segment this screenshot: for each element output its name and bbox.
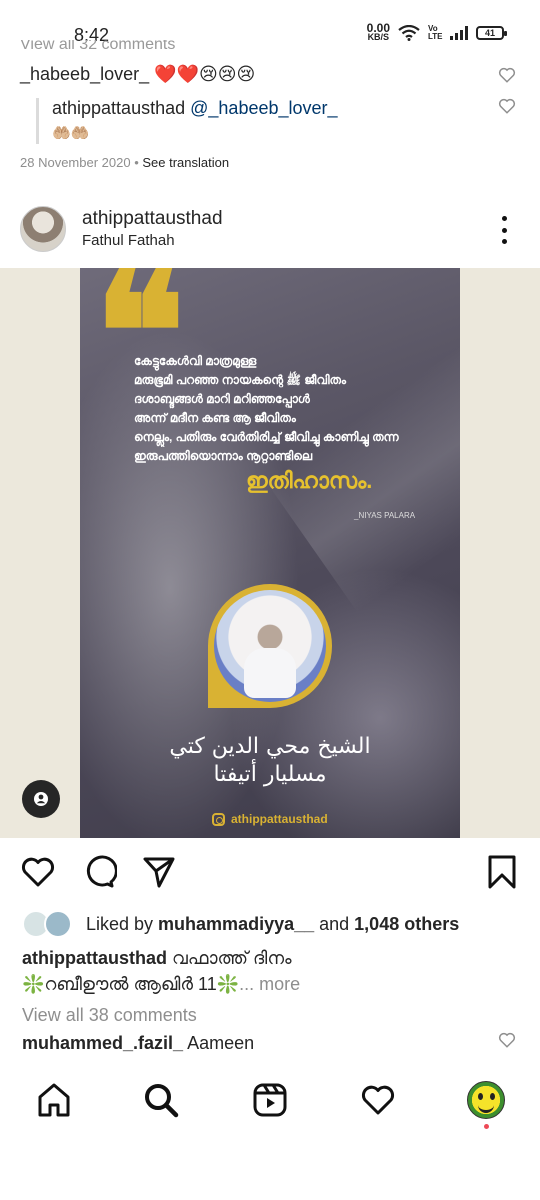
notification-dot	[484, 1124, 489, 1129]
like-heart-icon[interactable]	[20, 854, 56, 890]
more-options-icon[interactable]	[495, 216, 513, 244]
portrait-photo	[214, 590, 326, 702]
signal-icon	[450, 26, 468, 40]
preview-comment: muhammed_.fazil_ Aameen	[22, 1033, 254, 1054]
caption: athippattausthad വഫാത്ത് ദിനം	[22, 948, 292, 969]
poster-line: ദശാബ്ദങ്ങൾ മാറി മറിഞ്ഞപ്പോൾ	[134, 392, 310, 406]
likes-user[interactable]: muhammadiyya__	[158, 914, 314, 934]
poster-handle-text: athippattausthad	[231, 812, 328, 826]
nav-search[interactable]	[141, 1080, 181, 1120]
network-speed-unit: KB/S	[367, 32, 390, 42]
bottom-nav	[0, 1070, 540, 1130]
likes-middle: and	[314, 914, 355, 934]
network-speed: 0.00 KB/S	[367, 22, 390, 42]
portrait-frame	[208, 584, 332, 708]
reply-thread-line	[36, 98, 39, 144]
preview-comment-username[interactable]: muhammed_.fazil_	[22, 1033, 183, 1053]
preview-comment-text: Aameen	[183, 1033, 255, 1053]
post-author-avatar[interactable]	[20, 206, 66, 252]
see-translation-link[interactable]: See translation	[142, 155, 229, 170]
reels-icon	[253, 1083, 287, 1117]
reply-mention[interactable]: @_habeeb_lover_	[190, 98, 337, 118]
profile-avatar	[467, 1081, 505, 1119]
liker-avatar	[44, 910, 72, 938]
arabic-name-line2: مسليار أتيفتا	[213, 762, 327, 787]
poster-line: മരുഭൂമി പറഞ്ഞ നായകന്റെ ﷺ ജീവിതം	[134, 373, 347, 387]
caption-line2: ❇️റബീഊൽ ആഖിർ 11❇️... more	[22, 974, 300, 995]
status-icons: 0.00 KB/S Vo LTE 41	[367, 22, 507, 42]
wifi-icon	[398, 25, 420, 41]
separator: •	[130, 155, 143, 170]
caption-more-link[interactable]: ... more	[239, 974, 300, 994]
share-icon[interactable]	[141, 854, 177, 890]
nav-home[interactable]	[34, 1080, 74, 1120]
poster-text: കേട്ടുകേൾവി മാത്രമുള്ള മരുഭൂമി പറഞ്ഞ നായ…	[134, 352, 456, 466]
nav-activity[interactable]	[358, 1080, 398, 1120]
comment-like-heart-icon[interactable]	[498, 66, 516, 84]
poster-line: നെല്ലും, പതിരും വേർതിരിച്ച് ജീവിച്ചു കാണ…	[134, 430, 399, 444]
home-icon	[38, 1083, 70, 1117]
poster-credit: _NIYAS PALARA	[354, 511, 416, 520]
save-bookmark-icon[interactable]	[484, 854, 520, 890]
post-username[interactable]: athippattausthad	[82, 208, 223, 230]
poster-handle: athippattausthad	[212, 812, 328, 826]
view-all-comments-cut[interactable]: View all 32 comments	[20, 40, 175, 50]
caption-text: വഫാത്ത് ദിനം	[167, 948, 292, 968]
instagram-icon	[212, 812, 225, 826]
caption-username[interactable]: athippattausthad	[22, 948, 167, 968]
sparkle-icon: ❇️	[22, 974, 45, 994]
reply-text: 🤲🏼🤲🏼	[52, 125, 90, 142]
tagged-people-button[interactable]	[22, 780, 60, 818]
reply-username[interactable]: athippattausthad	[52, 98, 185, 118]
poster-line: അന്ന് മദീന കണ്ട ആ ജീവിതം	[134, 411, 296, 425]
post-image[interactable]: ❝ കേട്ടുകേൾവി മാത്രമുള്ള മരുഭൂമി പറഞ്ഞ ന…	[0, 268, 540, 838]
likes-summary[interactable]: Liked by muhammadiyya__ and 1,048 others	[86, 914, 459, 935]
comment-icon[interactable]	[81, 854, 117, 890]
sparkle-icon: ❇️	[216, 974, 240, 994]
comment-text: ❤️❤️😢😢😢	[154, 64, 256, 84]
comment-date: 28 November 2020	[20, 155, 131, 170]
reply-comment: athippattausthad @_habeeb_lover_	[52, 98, 338, 119]
comment: _habeeb_lover_ ❤️❤️😢😢😢	[20, 64, 255, 85]
battery-level: 41	[484, 28, 495, 38]
poster-line: കേട്ടുകേൾവി മാത്രമുള്ള	[134, 354, 257, 368]
caption-text2: റബീഊൽ ആഖിർ 11	[44, 974, 217, 994]
comment-username[interactable]: _habeeb_lover_	[20, 64, 149, 84]
nav-profile[interactable]	[466, 1080, 506, 1120]
comment-meta: 28 November 2020 • See translation	[20, 155, 229, 170]
liker-avatars[interactable]	[22, 910, 74, 938]
preview-comment-like-heart-icon[interactable]	[498, 1031, 516, 1049]
heart-icon	[361, 1085, 395, 1115]
poster-line: ഇരുപത്തിയൊന്നാം നൂറ്റാണ്ടിലെ	[134, 449, 313, 463]
likes-prefix: Liked by	[86, 914, 159, 934]
poster-headline: ഇതിഹാസം.	[246, 468, 373, 493]
view-all-comments-link[interactable]: View all 38 comments	[22, 1005, 197, 1026]
status-bar: 8:42 0.00 KB/S Vo LTE 41	[0, 0, 540, 45]
poster: ❝ കേട്ടുകേൾവി മാത്രമുള്ള മരുഭൂമി പറഞ്ഞ ന…	[80, 268, 460, 838]
search-icon	[145, 1084, 179, 1118]
nav-reels[interactable]	[250, 1080, 290, 1120]
volte-icon: Vo LTE	[428, 24, 443, 41]
user-icon	[34, 792, 48, 806]
likes-others[interactable]: 1,048 others	[354, 914, 459, 934]
reply-like-heart-icon[interactable]	[498, 97, 516, 115]
post-location[interactable]: Fathul Fathah	[82, 232, 175, 249]
arabic-name-line1: الشيخ محي الدين كتي	[169, 734, 371, 759]
battery-icon: 41	[476, 26, 507, 40]
